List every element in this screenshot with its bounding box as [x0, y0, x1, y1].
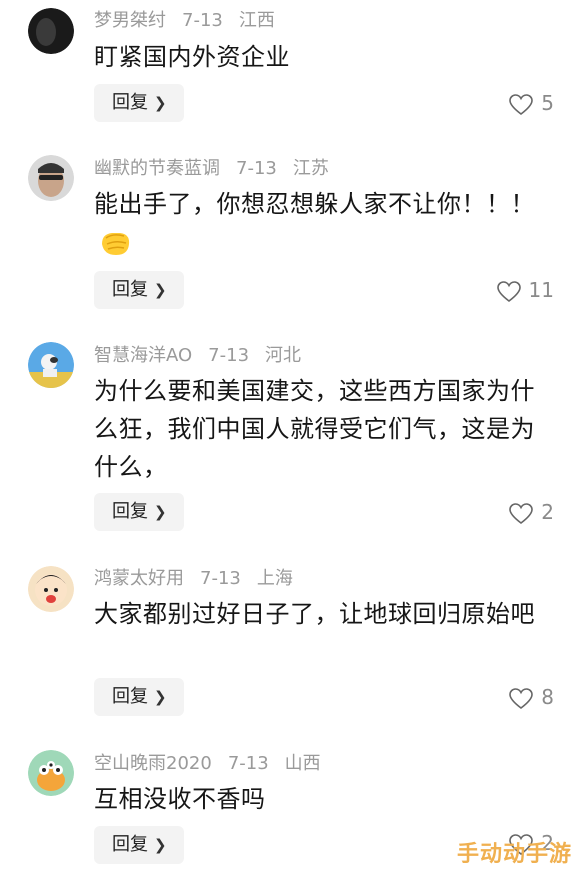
comment-text: 为什么要和美国建交，这些西方国家为什么狂，我们中国人就得受它们气，这是为什么，: [94, 377, 535, 481]
chevron-right-icon: ❯: [154, 836, 167, 854]
watermark: 手动动手游: [456, 842, 572, 867]
chevron-right-icon: ❯: [154, 688, 167, 706]
avatar[interactable]: [28, 155, 74, 201]
avatar[interactable]: [28, 342, 74, 388]
comment-region: 山西: [284, 753, 321, 774]
avatar[interactable]: [28, 750, 74, 796]
like-count: 8: [541, 685, 554, 709]
comment-date: 7-13: [208, 345, 250, 366]
username[interactable]: 梦男桀纣: [94, 10, 166, 31]
comment-meta: 鸿蒙太好用 7-13 上海: [94, 567, 309, 591]
like-button[interactable]: 8: [509, 682, 554, 712]
comment-date: 7-13: [200, 568, 241, 589]
heart-icon: [509, 93, 534, 115]
comment-meta: 幽默的节奏蓝调 7-13 江苏: [94, 157, 345, 181]
reply-button[interactable]: 回复 ❯: [94, 84, 184, 122]
chevron-right-icon: ❯: [154, 503, 167, 521]
comment-text: 能出手了，你想忍想躲人家不让你！！！: [94, 185, 554, 261]
comment-text: 互相没收不香吗: [94, 785, 266, 813]
comment-date: 7-13: [182, 10, 223, 31]
chevron-right-icon: ❯: [154, 94, 167, 112]
like-count: 5: [541, 91, 554, 115]
reply-label: 回复: [112, 92, 148, 113]
reply-label: 回复: [112, 686, 148, 707]
avatar[interactable]: [28, 8, 74, 54]
heart-icon: [509, 687, 534, 709]
like-button[interactable]: 5: [509, 88, 554, 118]
reply-label: 回复: [112, 501, 148, 522]
comment-region: 江西: [238, 10, 275, 31]
username[interactable]: 空山晚雨2020: [94, 753, 212, 774]
comment-meta: 空山晚雨2020 7-13 山西: [94, 752, 337, 776]
comment-text: 盯紧国内外资企业: [94, 43, 290, 71]
comment-region: 江苏: [292, 158, 329, 179]
comment-date: 7-13: [227, 753, 269, 774]
comment-date: 7-13: [236, 158, 277, 179]
reply-button[interactable]: 回复 ❯: [94, 826, 184, 864]
comment-text-content: 能出手了，你想忍想躲人家不让你！！！: [94, 190, 535, 218]
avatar[interactable]: [28, 566, 74, 612]
chevron-right-icon: ❯: [154, 281, 167, 299]
heart-icon: [496, 280, 521, 302]
username[interactable]: 智慧海洋AO: [94, 345, 192, 366]
reply-button[interactable]: 回复 ❯: [94, 271, 184, 309]
comment-meta: 智慧海洋AO 7-13 河北: [94, 344, 317, 368]
comment-meta: 梦男桀纣 7-13 江西: [94, 9, 291, 33]
username[interactable]: 鸿蒙太好用: [94, 568, 184, 589]
reply-button[interactable]: 回复 ❯: [94, 493, 184, 531]
comment-region: 上海: [256, 568, 293, 589]
like-button[interactable]: 2: [509, 497, 554, 527]
heart-icon: [509, 502, 534, 524]
like-button[interactable]: 11: [496, 275, 554, 305]
username[interactable]: 幽默的节奏蓝调: [94, 158, 220, 179]
reply-button[interactable]: 回复 ❯: [94, 678, 184, 716]
comment-region: 河北: [265, 345, 302, 366]
reply-label: 回复: [112, 834, 148, 855]
reply-label: 回复: [112, 279, 148, 300]
comment-text: 大家都别过好日子了，让地球回归原始吧: [94, 600, 535, 628]
like-count: 11: [528, 278, 554, 302]
like-count: 2: [541, 500, 554, 524]
clapping-hands-emoji: [98, 228, 132, 258]
